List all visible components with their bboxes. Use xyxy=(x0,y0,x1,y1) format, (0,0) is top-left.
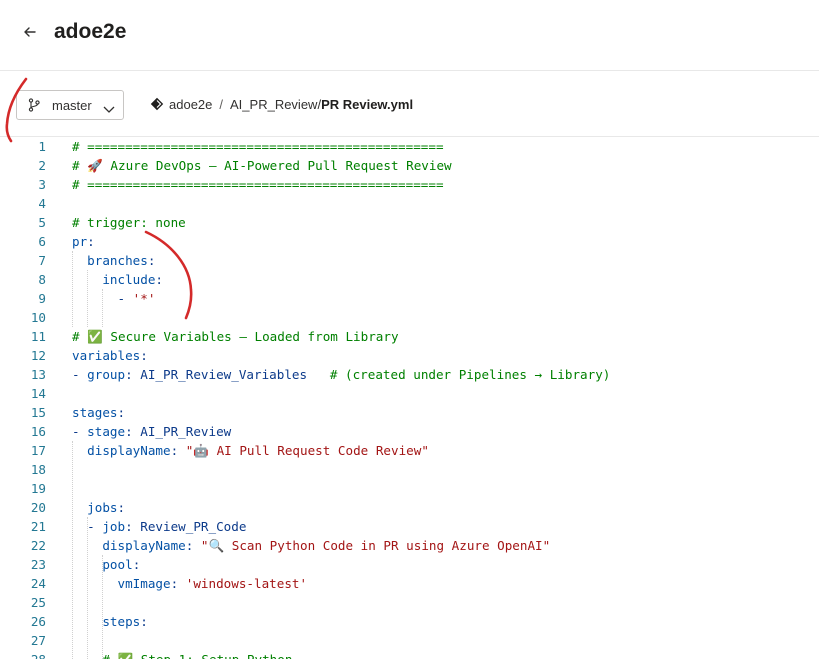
code-line: 16 - stage: AI_PR_Review xyxy=(0,422,819,441)
code-line: 10 xyxy=(0,308,819,327)
back-arrow-icon[interactable] xyxy=(18,20,42,44)
indent-guide xyxy=(72,441,73,659)
line-text: displayName: "🔍 Scan Python Code in PR u… xyxy=(102,538,551,553)
line-text: pr: xyxy=(72,234,95,249)
line-text: vmImage: 'windows-latest' xyxy=(117,576,308,591)
code-line: 20 jobs: xyxy=(0,498,819,517)
line-number: 8 xyxy=(38,272,46,287)
chevron-down-icon xyxy=(103,101,115,119)
line-number: 23 xyxy=(30,557,46,572)
line-text: # trigger: none xyxy=(72,215,186,230)
code-line: 23 pool: xyxy=(0,555,819,574)
line-number: 1 xyxy=(38,139,46,154)
line-number: 20 xyxy=(30,500,46,515)
line-text: # ======================================… xyxy=(72,139,444,154)
line-text: - stage: AI_PR_Review xyxy=(72,424,232,439)
line-text: pool: xyxy=(102,557,141,572)
line-number: 21 xyxy=(30,519,46,534)
branch-selector[interactable]: master xyxy=(16,90,124,120)
line-number: 7 xyxy=(38,253,46,268)
code-line: 9 - '*' xyxy=(0,289,819,308)
code-line: 21 - job: Review_PR_Code xyxy=(0,517,819,536)
line-text: variables: xyxy=(72,348,148,363)
branch-name: master xyxy=(52,98,92,113)
line-text: jobs: xyxy=(87,500,126,515)
line-text: stages: xyxy=(72,405,126,420)
line-number: 15 xyxy=(30,405,46,420)
code-line: 26 steps: xyxy=(0,612,819,631)
breadcrumb-folder[interactable]: AI_PR_Review/ xyxy=(230,97,321,112)
code-line: 24 vmImage: 'windows-latest' xyxy=(0,574,819,593)
breadcrumb-separator: / xyxy=(219,97,224,112)
line-text: - job: Review_PR_Code xyxy=(72,519,247,534)
repo-icon xyxy=(150,97,164,114)
code-line: 1 # =====================================… xyxy=(0,137,819,156)
line-number: 12 xyxy=(30,348,46,363)
line-number: 4 xyxy=(38,196,46,211)
code-line: 19 xyxy=(0,479,819,498)
code-line: 2 # 🚀 Azure DevOps – AI-Powered Pull Requ… xyxy=(0,156,819,175)
code-line: 22 displayName: "🔍 Scan Python Code in P… xyxy=(0,536,819,555)
line-number: 25 xyxy=(30,595,46,610)
line-number: 24 xyxy=(30,576,46,591)
line-number: 10 xyxy=(30,310,46,325)
line-text: - '*' xyxy=(72,291,156,306)
code-line: 6 pr: xyxy=(0,232,819,251)
code-line: 4 xyxy=(0,194,819,213)
indent-guide xyxy=(87,517,89,659)
line-number: 3 xyxy=(38,177,46,192)
code-line: 8 include: xyxy=(0,270,819,289)
code-line: 13 - group: AI_PR_Review_Variables # (cre… xyxy=(0,365,819,384)
page-title: adoe2e xyxy=(54,20,127,43)
line-text: displayName: "🤖 AI Pull Request Code Rev… xyxy=(87,443,429,458)
line-number: 6 xyxy=(38,234,46,249)
line-text: # 🚀 Azure DevOps – AI-Powered Pull Reque… xyxy=(72,158,452,173)
code-line: 3 # =====================================… xyxy=(0,175,819,194)
code-line: 7 branches: xyxy=(0,251,819,270)
page-header: adoe2e xyxy=(0,0,819,71)
code-line: 27 xyxy=(0,631,819,650)
code-line: 17 displayName: "🤖 AI Pull Request Code … xyxy=(0,441,819,460)
line-number: 26 xyxy=(30,614,46,629)
line-text: steps: xyxy=(102,614,148,629)
line-number: 2 xyxy=(38,158,46,173)
line-number: 13 xyxy=(30,367,46,382)
breadcrumb-file: PR Review.yml xyxy=(321,97,414,112)
code-editor[interactable]: 1 # =====================================… xyxy=(0,136,819,659)
line-number: 22 xyxy=(30,538,46,553)
line-number: 27 xyxy=(30,633,46,648)
line-number: 18 xyxy=(30,462,46,477)
line-number: 9 xyxy=(38,291,46,306)
line-number: 16 xyxy=(30,424,46,439)
indent-guide xyxy=(102,555,104,659)
line-number: 11 xyxy=(30,329,46,344)
code-line: 11 # ✅ Secure Variables – Loaded from Lib… xyxy=(0,327,819,346)
indent-guide xyxy=(72,251,73,327)
indent-guide xyxy=(87,270,89,327)
line-number: 17 xyxy=(30,443,46,458)
line-text: # ✅ Secure Variables – Loaded from Libra… xyxy=(72,329,399,344)
branch-icon xyxy=(27,98,41,117)
code-line: 5 # trigger: none xyxy=(0,213,819,232)
toolbar: master adoe2e / AI_PR_Review/PR Review.yml xyxy=(0,72,819,136)
line-number: 5 xyxy=(38,215,46,230)
code-line: 18 xyxy=(0,460,819,479)
line-text: include: xyxy=(102,272,164,287)
breadcrumb: adoe2e / AI_PR_Review/PR Review.yml xyxy=(150,97,413,114)
code-line: 14 xyxy=(0,384,819,403)
code-line: 25 xyxy=(0,593,819,612)
code-line: 15 stages: xyxy=(0,403,819,422)
line-number: 19 xyxy=(30,481,46,496)
line-text: branches: xyxy=(87,253,156,268)
indent-guide xyxy=(102,289,104,327)
line-text: - group: AI_PR_Review_Variables # (creat… xyxy=(72,367,611,382)
code-line: 12 variables: xyxy=(0,346,819,365)
line-number: 14 xyxy=(30,386,46,401)
line-text: # ======================================… xyxy=(72,177,444,192)
breadcrumb-repo[interactable]: adoe2e xyxy=(169,97,212,112)
